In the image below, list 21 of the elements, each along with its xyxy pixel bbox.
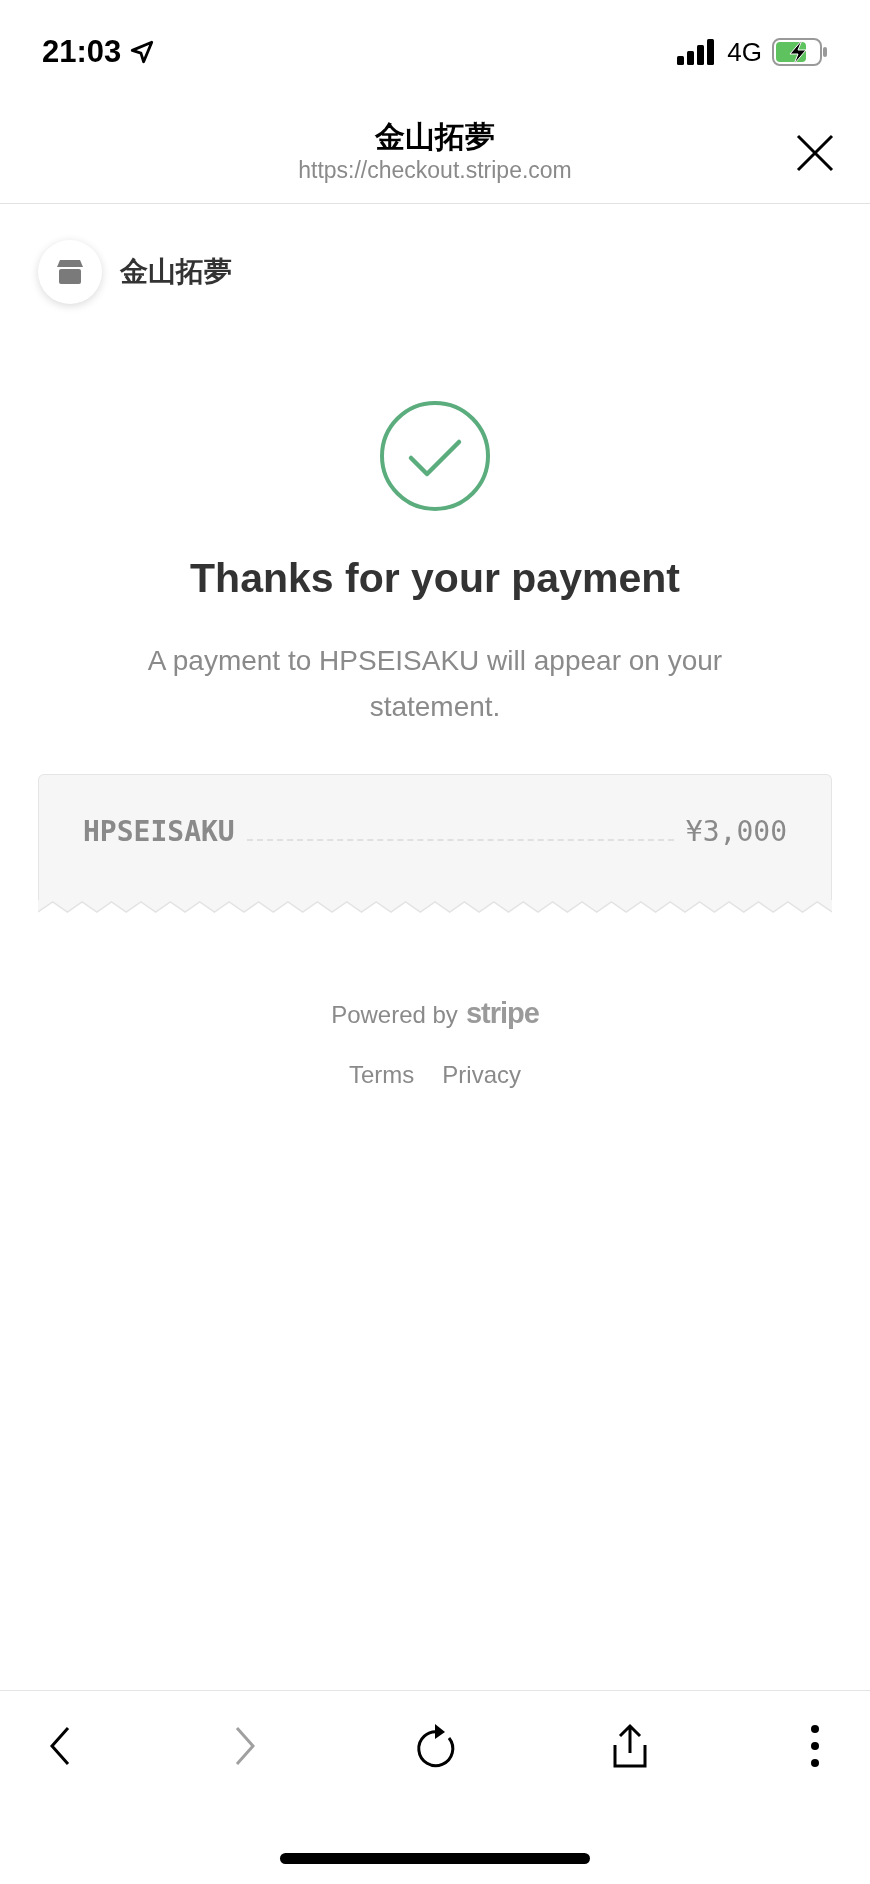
confirmation-message: A payment to HPSEISAKU will appear on your statement.: [146, 643, 724, 724]
receipt-amount: ¥3,000: [685, 813, 787, 850]
chevron-right-icon: [235, 1726, 255, 1766]
network-type: 4G: [727, 35, 762, 69]
confirmation-heading: Thanks for your payment: [190, 554, 680, 603]
stripe-logo[interactable]: stripe: [465, 991, 539, 1035]
location-arrow-icon: [129, 39, 156, 65]
footer-link[interactable]: Terms: [349, 1057, 415, 1093]
merchant-name: 金山拓夢: [120, 255, 232, 289]
footer-link[interactable]: Privacy: [442, 1057, 521, 1093]
chevron-left-icon: [50, 1726, 70, 1766]
page-url: https://checkout.stripe.com: [298, 155, 572, 185]
battery-charging-icon: [772, 38, 828, 66]
close-icon: [796, 134, 834, 172]
status-time: 21:03: [42, 32, 122, 71]
page-title: 金山拓夢: [375, 119, 495, 156]
receipt-label: HPSEISAKU: [83, 813, 235, 850]
store-icon: [57, 260, 83, 284]
powered-by-text: Powered by: [331, 999, 458, 1030]
success-check-icon: [379, 400, 491, 512]
more-icon: [810, 1724, 820, 1768]
